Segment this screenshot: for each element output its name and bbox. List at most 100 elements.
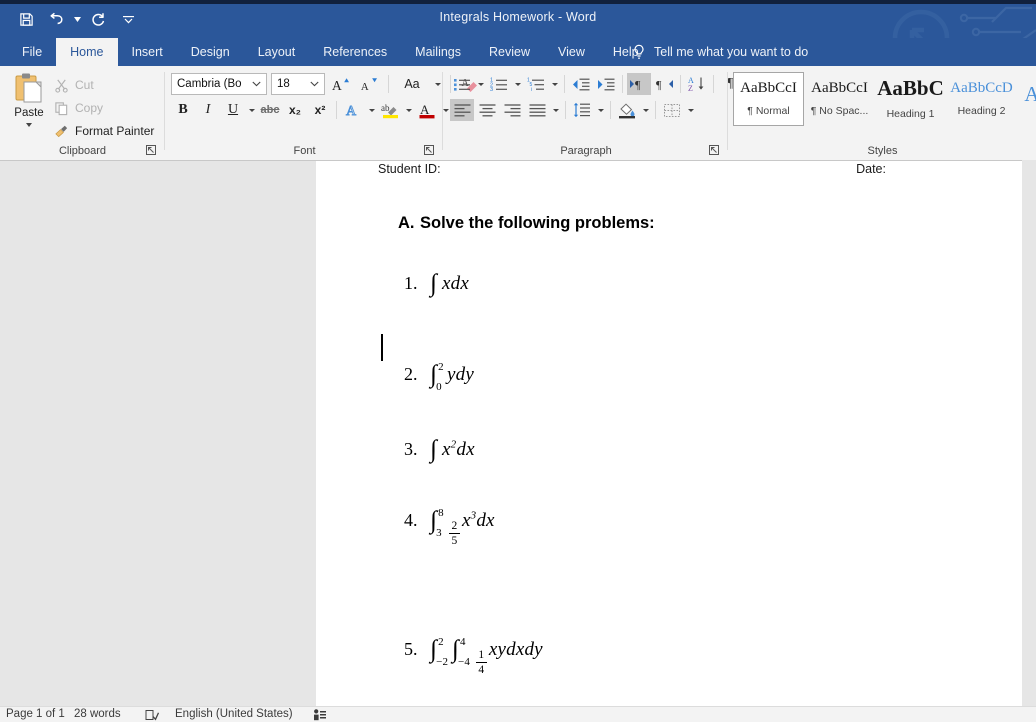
problem-item-2: 2. ∫20 ydy (404, 363, 474, 386)
problem-item-3: 3. ∫ x2dx (404, 438, 475, 461)
font-color-icon: A (418, 102, 436, 119)
superscript-button[interactable]: x² (308, 99, 332, 121)
paste-button[interactable]: Paste (6, 71, 52, 145)
copy-button[interactable]: Copy (54, 98, 103, 118)
style-normal[interactable]: AaBbCcI ¶ Normal (733, 72, 804, 126)
fraction: 14 (476, 649, 487, 676)
text-effects-dropdown-icon[interactable] (366, 99, 377, 121)
numbering-dropdown-icon[interactable] (512, 73, 523, 95)
borders-button[interactable] (660, 99, 684, 121)
clipboard-dialog-launcher[interactable] (145, 144, 157, 156)
highlight-dropdown-icon[interactable] (403, 99, 414, 121)
font-color-button[interactable]: A (415, 99, 439, 121)
cut-button[interactable]: Cut (54, 75, 94, 95)
style-no-spacing[interactable]: AaBbCcI ¶ No Spac... (804, 72, 875, 126)
format-painter-button[interactable]: Format Painter (54, 121, 154, 141)
ltr-text-direction-button[interactable]: ¶ (627, 73, 651, 95)
justify-dropdown-icon[interactable] (550, 99, 561, 121)
fraction: 25 (449, 520, 460, 547)
cut-label: Cut (75, 78, 94, 92)
italic-button[interactable]: I (196, 99, 220, 121)
style-heading-2[interactable]: AaBbCcD Heading 2 (946, 72, 1017, 126)
problem-number: 5. (404, 639, 430, 660)
accessibility-icon[interactable] (313, 709, 327, 721)
font-name-combobox[interactable]: Cambria (Bo (171, 73, 267, 95)
fraction-bar (449, 533, 460, 534)
strikethrough-button[interactable]: abc (258, 99, 282, 121)
shading-dropdown-icon[interactable] (640, 99, 651, 121)
align-left-button[interactable] (450, 99, 474, 121)
bullets-button[interactable] (450, 73, 474, 95)
problem-expression: ∫2−2 ∫4−4 14xydxdy (430, 638, 543, 676)
shrink-font-icon: A (360, 76, 378, 93)
underline-dropdown-icon[interactable] (246, 99, 257, 121)
problem-expression: ∫ x2dx (430, 438, 475, 461)
increase-indent-button[interactable] (594, 73, 618, 95)
multilevel-list-button[interactable]: 15i (524, 73, 548, 95)
shading-button[interactable] (615, 99, 639, 121)
tell-me-label: Tell me what you want to do (654, 45, 808, 59)
text-effects-button[interactable]: A (341, 99, 365, 121)
line-spacing-button[interactable] (570, 99, 594, 121)
limit-lower: 0 (436, 381, 442, 393)
tab-layout[interactable]: Layout (244, 38, 310, 66)
tab-home[interactable]: Home (56, 38, 117, 66)
align-left-icon (453, 103, 472, 117)
align-right-button[interactable] (500, 99, 524, 121)
grow-font-button[interactable]: A (329, 73, 353, 95)
numbering-button[interactable]: 123 (487, 73, 511, 95)
bullets-dropdown-icon[interactable] (475, 73, 486, 95)
status-page-number[interactable]: Page 1 of 1 (6, 708, 65, 720)
rtl-text-direction-button[interactable]: ¶ (652, 73, 676, 95)
line-spacing-dropdown-icon[interactable] (595, 99, 606, 121)
paragraph-dialog-launcher[interactable] (708, 144, 720, 156)
tab-file[interactable]: File (8, 38, 56, 66)
tab-references[interactable]: References (309, 38, 401, 66)
document-page[interactable]: Student ID: Date: A. Solve the following… (316, 160, 1022, 707)
underline-button[interactable]: U (221, 99, 245, 121)
fraction-numerator: 2 (451, 520, 457, 532)
tab-mailings[interactable]: Mailings (401, 38, 475, 66)
multilevel-list-icon: 15i (527, 77, 546, 92)
font-size-combobox[interactable]: 18 (271, 73, 325, 95)
sort-button[interactable]: A Z (685, 73, 709, 95)
limit-upper: 2 (438, 361, 444, 373)
line-spacing-icon (572, 102, 592, 118)
font-size-chevron-down-icon[interactable] (307, 78, 322, 90)
paste-label: Paste (14, 107, 43, 119)
fraction-denominator: 4 (478, 664, 484, 676)
problem-item-1: 1. ∫ xdx (404, 272, 469, 295)
clipboard-group-label: Clipboard (0, 145, 165, 157)
bold-button[interactable]: B (171, 99, 195, 121)
style-next-partial[interactable]: A (1017, 72, 1036, 126)
justify-button[interactable] (525, 99, 549, 121)
font-dialog-launcher[interactable] (423, 144, 435, 156)
decrease-indent-button[interactable] (569, 73, 593, 95)
change-case-button[interactable]: Aa (396, 73, 428, 95)
style-preview: AaBbCcI (740, 81, 797, 96)
style-heading-1[interactable]: AaBbC Heading 1 (875, 72, 946, 126)
tab-review[interactable]: Review (475, 38, 544, 66)
tell-me-search[interactable]: Tell me what you want to do (632, 38, 808, 66)
tab-design[interactable]: Design (177, 38, 244, 66)
subscript-button[interactable]: x₂ (283, 99, 307, 121)
multilevel-dropdown-icon[interactable] (549, 73, 560, 95)
paragraph-group-label: Paragraph (444, 145, 728, 157)
spellcheck-icon[interactable] (145, 709, 159, 721)
font-name-chevron-down-icon[interactable] (249, 78, 264, 90)
shrink-font-button[interactable]: A (357, 73, 381, 95)
align-center-button[interactable] (475, 99, 499, 121)
style-preview: AaBbCcI (811, 81, 868, 96)
borders-dropdown-icon[interactable] (685, 99, 696, 121)
ribbon-tabs[interactable]: File Home Insert Design Layout Reference… (8, 38, 653, 66)
status-language[interactable]: English (United States) (175, 708, 293, 720)
tab-insert[interactable]: Insert (118, 38, 177, 66)
highlight-color-button[interactable]: ab (378, 99, 402, 121)
ribbon-tab-strip: File Home Insert Design Layout Reference… (0, 38, 1036, 66)
paste-dropdown-icon[interactable] (26, 123, 32, 127)
tab-view[interactable]: View (544, 38, 599, 66)
borders-icon (663, 103, 681, 118)
change-case-label: Aa (404, 77, 419, 91)
status-word-count[interactable]: 28 words (74, 708, 121, 720)
styles-gallery[interactable]: AaBbCcI ¶ Normal AaBbCcI ¶ No Spac... Aa… (733, 72, 1036, 126)
